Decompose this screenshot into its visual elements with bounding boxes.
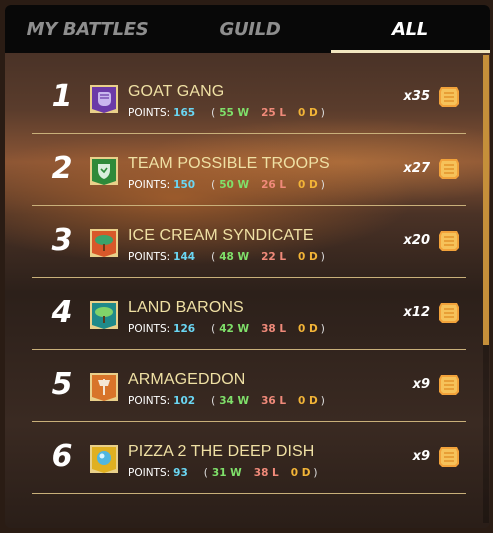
wins-value: 31 W [211,467,242,479]
points-value: 102 [173,395,196,407]
close-paren: ) [320,251,325,263]
points-value: 150 [173,179,196,191]
leaderboard-row[interactable]: 4 LAND BARONS POINTS: 126 (42 W 38 L 0 D) x1… [32,278,466,350]
open-paren: ( [211,251,216,263]
guild-stats: POINTS: 102 (34 W 36 L 0 D) [128,395,325,407]
close-paren: ) [320,179,325,191]
guild-name: ICE CREAM SYNDICATE [128,227,314,244]
draws-value: 0 D [290,467,311,479]
guild-name: PIZZA 2 THE DEEP DISH [128,443,315,460]
points-value: 126 [173,323,196,335]
teal-tree-icon [89,300,119,330]
active-tab-indicator [331,50,490,53]
rank-number: 3 [51,223,73,258]
draws-value: 0 D [298,251,318,263]
losses-value: 26 L [261,179,287,191]
gold-orb-icon [89,444,119,474]
open-paren: ( [203,467,208,479]
rank-number: 4 [51,295,73,330]
scrollbar-thumb[interactable] [483,55,489,345]
points-label: POINTS: [128,467,171,479]
close-paren: ) [313,467,318,479]
guild-name: TEAM POSSIBLE TROOPS [128,155,330,172]
points-label: POINTS: [128,323,171,335]
points-label: POINTS: [128,251,171,263]
tab-all[interactable]: ALL [330,5,490,53]
open-paren: ( [211,395,216,407]
purple-fist-icon [89,84,119,114]
guild-stats: POINTS: 93 (31 W 38 L 0 D) [128,467,318,479]
green-shield-icon [89,156,119,186]
gold-chest-icon [439,447,459,467]
wins-value: 42 W [219,323,250,335]
leaderboard-row[interactable]: 1 GOAT GANG POINTS: 165 (55 W 25 L 0 D) x35 [32,62,466,134]
wins-value: 50 W [219,179,250,191]
reward-count: x9 [412,449,430,464]
losses-value: 25 L [261,107,287,119]
rank-number: 1 [51,79,73,114]
draws-value: 0 D [298,107,318,119]
gold-chest-icon [439,303,459,323]
guild-stats: POINTS: 144 (48 W 22 L 0 D) [128,251,325,263]
close-paren: ) [320,323,325,335]
guild-stats: POINTS: 126 (42 W 38 L 0 D) [128,323,325,335]
open-paren: ( [211,323,216,335]
leaderboard-row[interactable]: 3 ICE CREAM SYNDICATE POINTS: 144 (48 W 22 … [32,206,466,278]
reward-count: x27 [403,161,430,176]
points-value: 165 [173,107,196,119]
wins-value: 34 W [219,395,250,407]
open-paren: ( [211,107,216,119]
points-value: 144 [173,251,196,263]
tab-guild[interactable]: GUILD [170,5,330,53]
gold-chest-icon [439,87,459,107]
close-paren: ) [320,395,325,407]
guild-name: ARMAGEDDON [128,371,246,388]
tab-bar: MY BATTLES GUILD ALL [5,5,490,53]
leaderboard-row[interactable]: 2 TEAM POSSIBLE TROOPS POINTS: 150 (50 W 26… [32,134,466,206]
rank-number: 6 [51,439,73,474]
rank-number: 5 [51,367,73,402]
guild-name: GOAT GANG [128,83,225,100]
leaderboard-row[interactable]: 6 PIZZA 2 THE DEEP DISH POINTS: 93 (31 W 38… [32,422,466,494]
wins-value: 48 W [219,251,250,263]
gold-chest-icon [439,375,459,395]
reward-count: x12 [403,305,430,320]
guild-stats: POINTS: 165 (55 W 25 L 0 D) [128,107,325,119]
points-label: POINTS: [128,395,171,407]
reward-count: x20 [403,233,430,248]
points-label: POINTS: [128,179,171,191]
open-paren: ( [211,179,216,191]
draws-value: 0 D [298,323,318,335]
orange-axe-icon [89,372,119,402]
guild-brawl-leaderboard-panel: MY BATTLES GUILD ALL 1 GOAT GANG POINTS:… [5,5,490,528]
close-paren: ) [320,107,325,119]
orange-tree-icon [89,228,119,258]
reward-count: x35 [403,89,430,104]
losses-value: 36 L [261,395,287,407]
leaderboard-row[interactable]: 5 ARMAGEDDON POINTS: 102 (34 W 36 L 0 D) x9 [32,350,466,422]
losses-value: 38 L [253,467,279,479]
losses-value: 22 L [261,251,287,263]
guild-stats: POINTS: 150 (50 W 26 L 0 D) [128,179,325,191]
points-value: 93 [173,467,188,479]
guild-name: LAND BARONS [128,299,244,316]
points-label: POINTS: [128,107,171,119]
draws-value: 0 D [298,179,318,191]
draws-value: 0 D [298,395,318,407]
gold-chest-icon [439,159,459,179]
reward-count: x9 [412,377,430,392]
losses-value: 38 L [261,323,287,335]
wins-value: 55 W [219,107,250,119]
rank-number: 2 [51,151,73,186]
tab-my-battles[interactable]: MY BATTLES [5,5,170,53]
gold-chest-icon [439,231,459,251]
